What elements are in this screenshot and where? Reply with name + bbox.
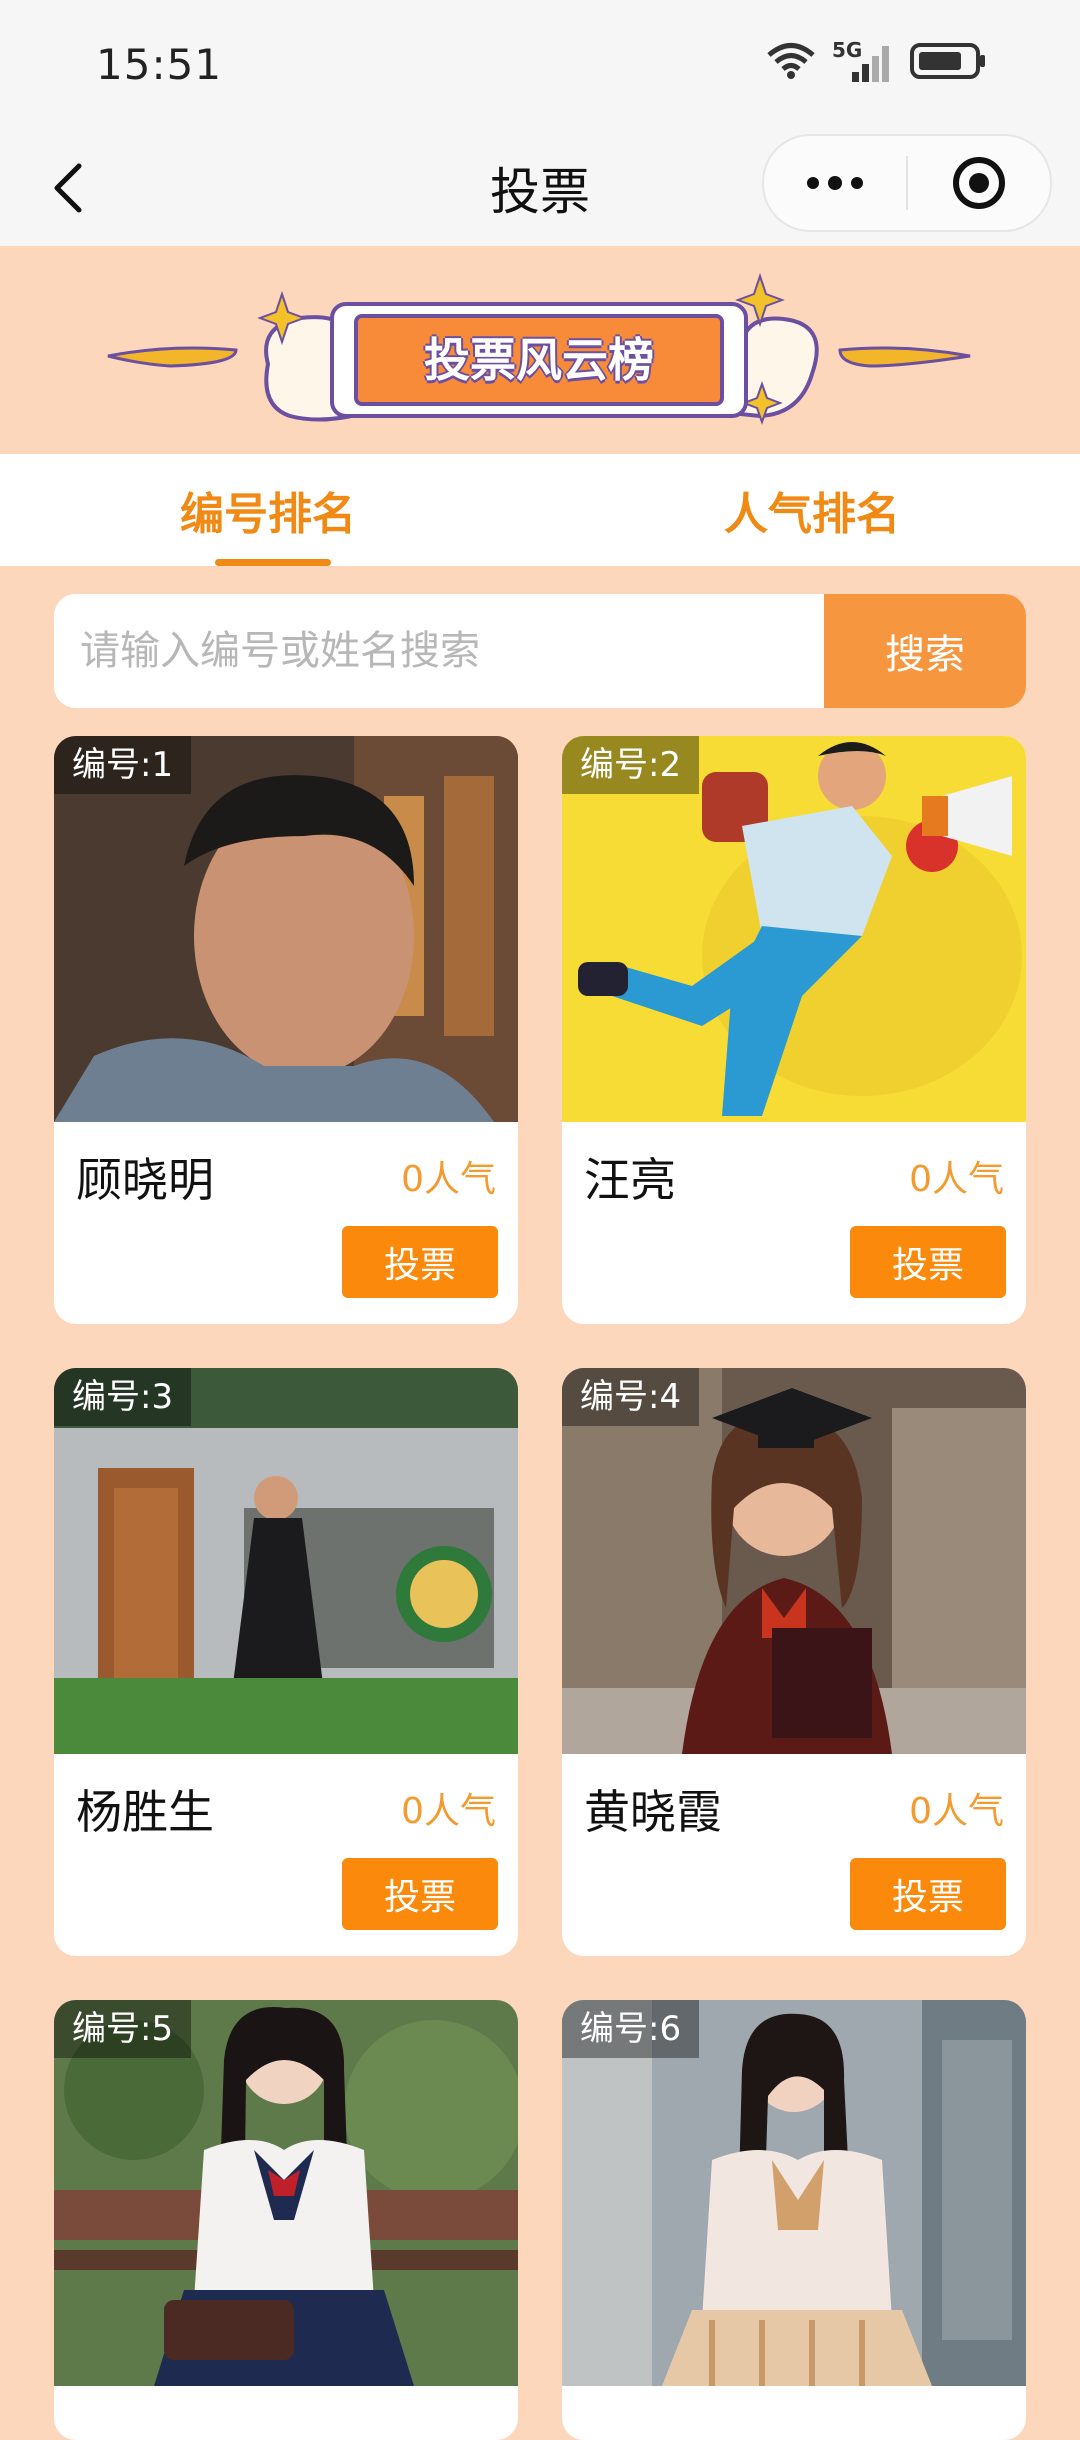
- contestant-card[interactable]: 编号:4 黄晓霞 0人气 投票: [562, 1368, 1026, 1956]
- search-bar: 搜索: [54, 594, 1026, 708]
- contestant-number-badge: 编号:3: [54, 1368, 192, 1426]
- banner-title: 投票风云榜: [424, 333, 654, 387]
- battery-icon: [910, 42, 988, 84]
- contestant-card[interactable]: 编号:2 汪亮 0人气 投票: [562, 736, 1026, 1324]
- tab-popularity-ranking[interactable]: 人气排名: [540, 454, 1080, 566]
- vote-button[interactable]: 投票: [850, 1858, 1006, 1930]
- mini-program-capsule: [762, 134, 1052, 232]
- status-time: 15:51: [96, 40, 223, 89]
- vote-button[interactable]: 投票: [850, 1226, 1006, 1298]
- contestant-popularity: 0人气: [909, 1159, 1004, 1200]
- contestant-name: 汪亮: [584, 1153, 676, 1207]
- vote-button[interactable]: 投票: [342, 1858, 498, 1930]
- contestant-card[interactable]: 编号:3 杨胜生 0人气 投票: [54, 1368, 518, 1956]
- contestant-number-badge: 编号:4: [562, 1368, 700, 1426]
- contestant-number-badge: 编号:6: [562, 2000, 700, 2058]
- contestant-photo: 编号:2: [562, 736, 1026, 1122]
- contestant-photo: 编号:6: [562, 2000, 1026, 2386]
- nav-bar: 投票: [0, 130, 1080, 246]
- contestant-card[interactable]: 编号:6: [562, 2000, 1026, 2440]
- contestant-popularity: 0人气: [401, 1791, 496, 1832]
- contestant-name: 黄晓霞: [584, 1785, 722, 1839]
- contestant-photo: 编号:3: [54, 1368, 518, 1754]
- contestant-name: 杨胜生: [76, 1785, 214, 1839]
- wifi-icon: [766, 42, 816, 84]
- vote-button[interactable]: 投票: [342, 1226, 498, 1298]
- contestant-photo: 编号:5: [54, 2000, 518, 2386]
- close-program-button[interactable]: [908, 136, 1050, 230]
- network-type-label: 5G: [832, 38, 863, 62]
- contestant-card[interactable]: 编号:1 顾晓明 0人气 投票: [54, 736, 518, 1324]
- more-button[interactable]: [764, 136, 906, 230]
- contestant-number-badge: 编号:1: [54, 736, 192, 794]
- contestant-number-badge: 编号:5: [54, 2000, 192, 2058]
- signal-icon: 5G: [832, 38, 894, 84]
- target-close-icon: [953, 157, 1005, 209]
- contestant-number-badge: 编号:2: [562, 736, 700, 794]
- ranking-tabs: 编号排名 人气排名: [0, 454, 1080, 566]
- tab-number-ranking[interactable]: 编号排名: [0, 454, 540, 566]
- contestant-name: 顾晓明: [76, 1153, 214, 1207]
- banner: 投票风云榜: [0, 246, 1080, 454]
- search-button[interactable]: 搜索: [824, 594, 1026, 708]
- contestant-popularity: 0人气: [401, 1159, 496, 1200]
- contestant-popularity: 0人气: [909, 1791, 1004, 1832]
- contestant-photo: 编号:1: [54, 736, 518, 1122]
- contestant-card[interactable]: 编号:5: [54, 2000, 518, 2440]
- search-input[interactable]: [54, 594, 824, 708]
- more-dots-icon: [807, 176, 863, 190]
- contestant-photo: 编号:4: [562, 1368, 1026, 1754]
- status-bar: 15:51 5G: [0, 0, 1080, 130]
- status-icons: 5G: [766, 38, 988, 84]
